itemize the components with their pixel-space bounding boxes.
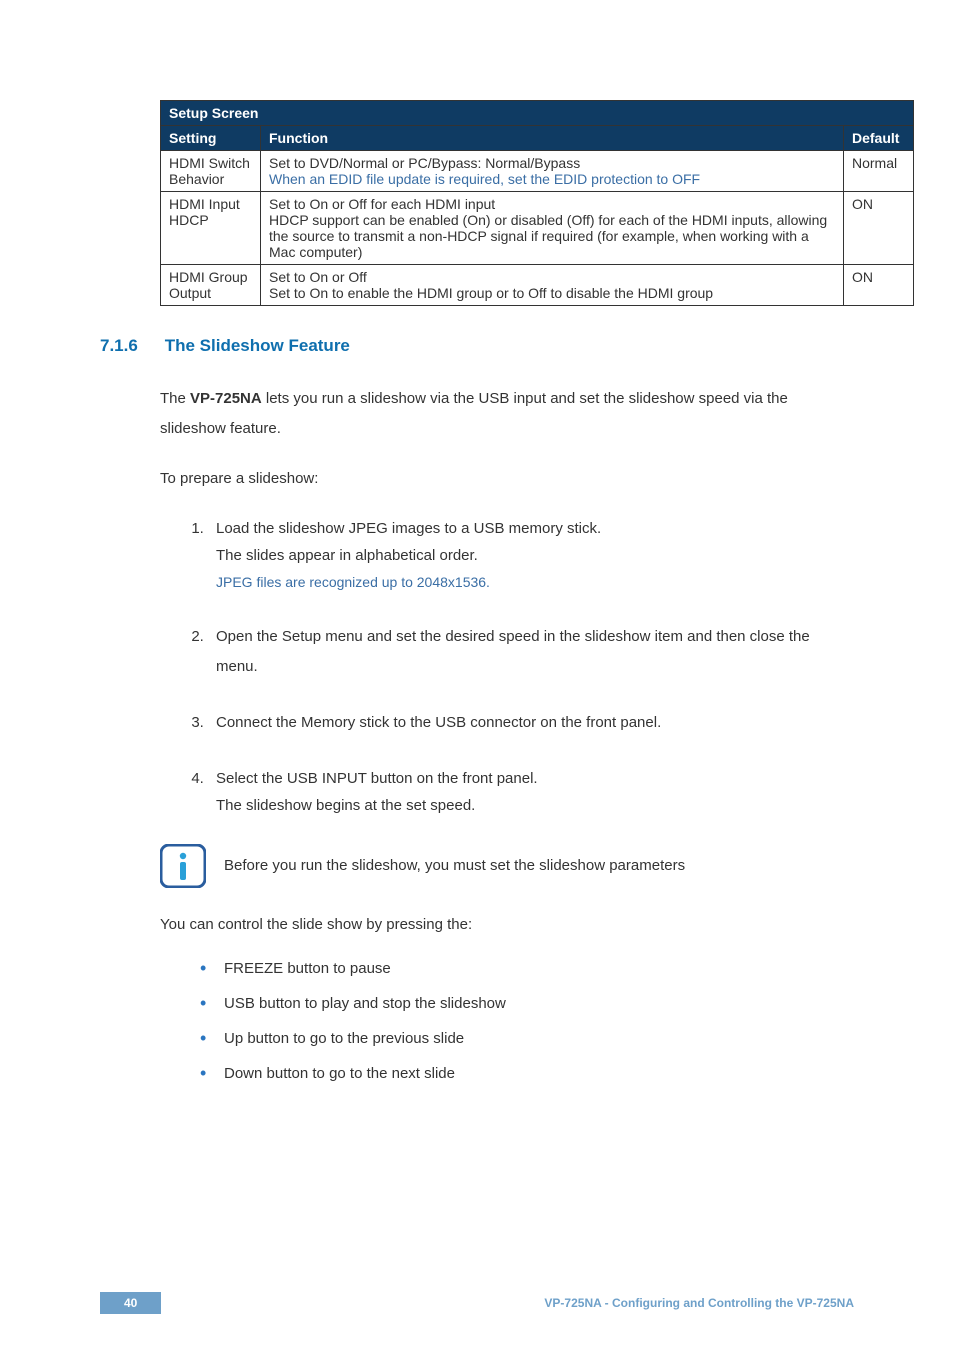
- cell-function: Set to DVD/Normal or PC/Bypass: Normal/B…: [261, 151, 844, 192]
- ordered-steps: Load the slideshow JPEG images to a USB …: [208, 514, 854, 818]
- step-text: Load the slideshow JPEG images to a USB …: [216, 520, 601, 537]
- cell-func-text: Set to DVD/Normal or PC/Bypass: Normal/B…: [269, 155, 580, 171]
- step-subtext: The slides appear in alphabetical order.: [216, 544, 854, 568]
- footer-title: VP-725NA - Configuring and Controlling t…: [544, 1296, 854, 1310]
- table-row: HDMI Group Output Set to On or Off Set t…: [161, 265, 914, 306]
- page-number: 40: [100, 1292, 161, 1314]
- list-item: Load the slideshow JPEG images to a USB …: [208, 514, 854, 596]
- bullet-list: FREEZE button to pause USB button to pla…: [200, 960, 854, 1082]
- list-item: Up button to go to the previous slide: [200, 1030, 854, 1047]
- cell-setting: HDMI Group Output: [161, 265, 261, 306]
- th-setting: Setting: [161, 126, 261, 151]
- cell-default: ON: [844, 265, 914, 306]
- section-number: 7.1.6: [100, 336, 160, 356]
- cell-default: Normal: [844, 151, 914, 192]
- table-row: HDMI Switch Behavior Set to DVD/Normal o…: [161, 151, 914, 192]
- page-footer: 40 VP-725NA - Configuring and Controllin…: [100, 1292, 854, 1314]
- cell-default: ON: [844, 192, 914, 265]
- step-text: Connect the Memory stick to the USB conn…: [216, 714, 661, 731]
- step-text: Select the USB INPUT button on the front…: [216, 770, 538, 787]
- list-item: FREEZE button to pause: [200, 960, 854, 977]
- cell-setting: HDMI Input HDCP: [161, 192, 261, 265]
- paragraph-intro: The VP-725NA lets you run a slideshow vi…: [160, 384, 854, 444]
- section-title: The Slideshow Feature: [165, 336, 350, 355]
- step-note: JPEG files are recognized up to 2048x153…: [216, 568, 854, 596]
- paragraph-prepare: To prepare a slideshow:: [160, 464, 854, 494]
- list-item: Down button to go to the next slide: [200, 1065, 854, 1082]
- setup-screen-table: Setup Screen Setting Function Default HD…: [160, 100, 914, 306]
- th-function: Function: [261, 126, 844, 151]
- step-subtext: The slideshow begins at the set speed.: [216, 794, 854, 818]
- para-text: The: [160, 390, 190, 407]
- cell-function: Set to On or Off Set to On to enable the…: [261, 265, 844, 306]
- th-default: Default: [844, 126, 914, 151]
- cell-setting: HDMI Switch Behavior: [161, 151, 261, 192]
- cell-func-note: When an EDID file update is required, se…: [269, 171, 700, 187]
- cell-func-text2: Set to On to enable the HDMI group or to…: [269, 285, 713, 301]
- list-item: USB button to play and stop the slidesho…: [200, 995, 854, 1012]
- cell-function: Set to On or Off for each HDMI input HDC…: [261, 192, 844, 265]
- table-row: HDMI Input HDCP Set to On or Off for eac…: [161, 192, 914, 265]
- info-icon: [160, 844, 206, 888]
- paragraph-control: You can control the slide show by pressi…: [160, 910, 854, 940]
- table-title: Setup Screen: [161, 101, 914, 126]
- product-name: VP-725NA: [190, 390, 262, 407]
- step-text: Open the Setup menu and set the desired …: [216, 628, 810, 675]
- list-item: Connect the Memory stick to the USB conn…: [208, 708, 854, 738]
- cell-func-text2: HDCP support can be enabled (On) or disa…: [269, 212, 827, 260]
- section-heading: 7.1.6 The Slideshow Feature: [100, 336, 854, 356]
- list-item: Open the Setup menu and set the desired …: [208, 622, 854, 682]
- cell-func-text: Set to On or Off for each HDMI input: [269, 196, 495, 212]
- info-callout: Before you run the slideshow, you must s…: [160, 844, 854, 888]
- cell-func-text: Set to On or Off: [269, 269, 367, 285]
- info-text: Before you run the slideshow, you must s…: [224, 854, 685, 878]
- list-item: Select the USB INPUT button on the front…: [208, 764, 854, 818]
